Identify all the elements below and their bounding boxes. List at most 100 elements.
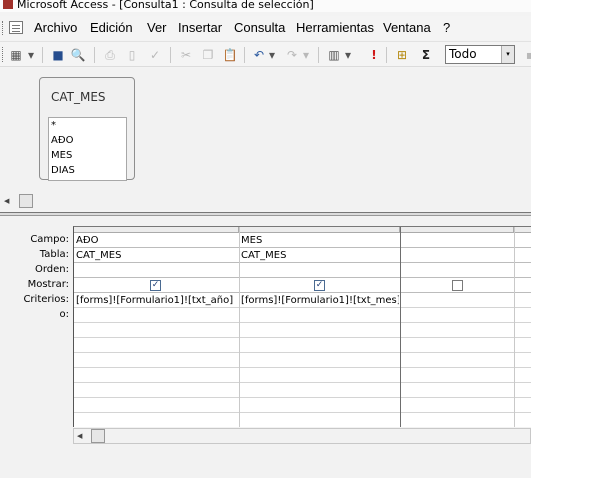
menubar-grip-handle[interactable]: [2, 21, 5, 35]
table-box-title: CAT_MES: [51, 90, 106, 104]
build-icon[interactable]: ▪: [522, 47, 531, 63]
toolbar-grip-handle[interactable]: [2, 47, 5, 62]
dropdown-arrow-icon[interactable]: ▾: [26, 47, 36, 63]
criteria-cell[interactable]: [forms]![Formulario1]![txt_año]: [74, 293, 239, 308]
field-cell[interactable]: AÐO: [74, 233, 239, 248]
field-list-item[interactable]: DIAS: [49, 163, 126, 178]
table-box-cat-mes[interactable]: CAT_MES * AÐO MES DIAS: [39, 77, 135, 181]
access-window: Microsoft Access - [Consulta1 : Consulta…: [0, 0, 531, 478]
menu-ver[interactable]: Ver: [147, 20, 167, 35]
column-divider: [239, 227, 240, 427]
scroll-left-icon[interactable]: ◀: [4, 197, 9, 205]
save-icon[interactable]: ■: [50, 47, 66, 63]
row-label-campo: Campo:: [30, 234, 69, 245]
table-pane-hscrollbar[interactable]: ◀: [0, 193, 531, 210]
field-list-item[interactable]: AÐO: [49, 133, 126, 148]
menu-insertar[interactable]: Insertar: [178, 20, 222, 35]
row-label-o: o:: [59, 309, 70, 320]
grid-row-empty: [74, 338, 531, 353]
or-cell[interactable]: [239, 308, 399, 323]
field-list-item[interactable]: MES: [49, 148, 126, 163]
top-values-combo[interactable]: Todo ▾: [445, 45, 515, 64]
redo-icon[interactable]: ↷: [284, 47, 300, 63]
combo-dropdown-icon[interactable]: ▾: [501, 46, 514, 63]
field-cell[interactable]: [400, 233, 514, 248]
scroll-thumb[interactable]: [91, 429, 105, 443]
grid-row-criterios: [forms]![Formulario1]![txt_año] [forms]!…: [74, 293, 531, 308]
design-grid-pane: Campo: Tabla: Orden: Mostrar: Criterios:…: [0, 216, 531, 478]
sort-cell[interactable]: [74, 263, 239, 278]
menu-ventana[interactable]: Ventana: [383, 20, 431, 35]
grid-row-empty: [74, 413, 531, 427]
grid-row-empty: [74, 398, 531, 413]
paste-icon[interactable]: 📋: [222, 47, 238, 63]
redo-dropdown-icon[interactable]: ▾: [302, 47, 310, 63]
copy-icon[interactable]: ❐: [200, 47, 216, 63]
toolbar: ▦ ▾ ■ 🔍 ⎙ ▯ ✓ ✂ ❐ 📋 ↶ ▾ ↷ ▾ ▥ ▾ ! ⊞ Σ To…: [0, 41, 531, 67]
checkmark-icon: ✓: [315, 280, 324, 290]
toolbar-separator: [170, 47, 171, 63]
query-type-icon[interactable]: ▥: [326, 47, 342, 63]
toolbar-separator: [42, 47, 43, 63]
query-type-dropdown-icon[interactable]: ▾: [344, 47, 352, 63]
menu-bar: Archivo Edición Ver Insertar Consulta He…: [0, 16, 531, 40]
toolbar-separator: [94, 47, 95, 63]
sort-cell[interactable]: [400, 263, 514, 278]
column-divider: [514, 227, 515, 427]
field-list-item[interactable]: *: [49, 118, 126, 133]
show-checkbox[interactable]: ✓: [314, 280, 325, 291]
scroll-left-icon[interactable]: ◀: [77, 432, 82, 440]
grid-row-orden: [74, 263, 531, 278]
grid-row-campo: AÐO MES: [74, 233, 531, 248]
show-table-icon[interactable]: ⊞: [394, 47, 410, 63]
grid-row-labels: Campo: Tabla: Orden: Mostrar: Criterios:…: [0, 233, 69, 323]
field-list[interactable]: * AÐO MES DIAS: [48, 117, 127, 181]
sort-cell[interactable]: [239, 263, 399, 278]
view-icon[interactable]: ▦: [8, 47, 24, 63]
print-preview-icon[interactable]: ▯: [124, 47, 140, 63]
search-file-icon[interactable]: 🔍: [70, 47, 86, 63]
row-label-tabla: Tabla:: [39, 249, 69, 260]
criteria-cell[interactable]: [400, 293, 514, 308]
row-label-mostrar: Mostrar:: [27, 279, 69, 290]
menu-herramientas[interactable]: Herramientas: [296, 20, 374, 35]
table-cell[interactable]: [400, 248, 514, 263]
column-divider: [400, 227, 401, 427]
design-grid-hscrollbar[interactable]: ◀: [73, 428, 531, 444]
spelling-icon[interactable]: ✓: [147, 47, 163, 63]
menu-help[interactable]: ?: [443, 20, 450, 35]
grid-row-empty: [74, 368, 531, 383]
grid-row-empty: [74, 353, 531, 368]
menu-edicion[interactable]: Edición: [90, 20, 133, 35]
document-icon[interactable]: [9, 21, 23, 34]
totals-icon[interactable]: Σ: [418, 47, 434, 63]
table-pane: CAT_MES * AÐO MES DIAS: [0, 68, 531, 193]
checkmark-icon: ✓: [151, 280, 160, 290]
menu-archivo[interactable]: Archivo: [34, 20, 77, 35]
cut-icon[interactable]: ✂: [178, 47, 194, 63]
show-checkbox[interactable]: [452, 280, 463, 291]
top-values-value: Todo: [449, 47, 477, 61]
menu-consulta[interactable]: Consulta: [234, 20, 285, 35]
grid-row-tabla: CAT_MES CAT_MES: [74, 248, 531, 263]
grid-row-empty: [74, 323, 531, 338]
scroll-thumb[interactable]: [19, 194, 33, 208]
or-cell[interactable]: [400, 308, 514, 323]
row-label-orden: Orden:: [34, 264, 69, 275]
run-icon[interactable]: !: [366, 47, 382, 63]
or-cell[interactable]: [74, 308, 239, 323]
criteria-cell[interactable]: [forms]![Formulario1]![txt_mes]: [239, 293, 399, 308]
undo-dropdown-icon[interactable]: ▾: [268, 47, 276, 63]
print-icon[interactable]: ⎙: [102, 47, 118, 63]
table-cell[interactable]: CAT_MES: [74, 248, 239, 263]
grid-row-o: [74, 308, 531, 323]
show-checkbox[interactable]: ✓: [150, 280, 161, 291]
undo-icon[interactable]: ↶: [251, 47, 267, 63]
access-app-icon: [3, 0, 13, 9]
window-title: Microsoft Access - [Consulta1 : Consulta…: [17, 0, 314, 11]
table-cell[interactable]: CAT_MES: [239, 248, 399, 263]
field-cell[interactable]: MES: [239, 233, 399, 248]
grid-row-empty: [74, 383, 531, 398]
query-design-grid[interactable]: AÐO MES CAT_MES CAT_MES ✓ ✓ [forms]![For…: [73, 226, 531, 427]
toolbar-separator: [386, 47, 387, 63]
